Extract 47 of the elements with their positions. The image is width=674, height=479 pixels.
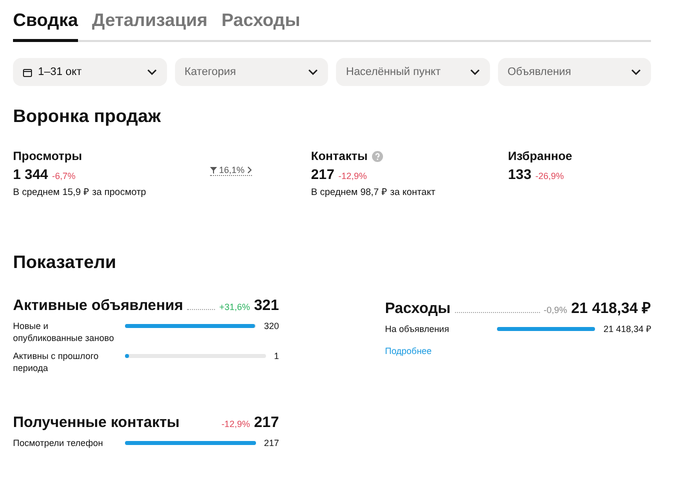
row-label: Посмотрели телефон bbox=[13, 437, 104, 449]
metric-label: Избранное bbox=[508, 149, 572, 163]
metric-value: 133 bbox=[508, 166, 532, 182]
chevron-down-icon bbox=[470, 69, 480, 75]
filter-dropdown[interactable]: Населённый пункт bbox=[336, 58, 490, 86]
date-picker[interactable]: 1–31 окт bbox=[13, 58, 166, 86]
change-percent: +31,6% bbox=[219, 302, 250, 312]
tab[interactable]: Детализация bbox=[92, 8, 208, 42]
group-total: 217 bbox=[254, 414, 279, 431]
details-link[interactable]: Подробнее bbox=[385, 346, 432, 356]
row-value: 217 bbox=[264, 437, 279, 449]
row-label: Активны с прошлого периода bbox=[13, 350, 100, 374]
change-percent: -12,9% bbox=[338, 171, 367, 181]
row-value: 1 bbox=[274, 350, 279, 362]
metric-label: Контакты bbox=[311, 149, 368, 163]
row-label: Новые и опубликованные заново bbox=[13, 320, 115, 344]
group-title: Активные объявления bbox=[13, 297, 184, 314]
change-percent: -6,7% bbox=[52, 171, 76, 181]
filter-icon bbox=[210, 166, 217, 174]
row-value: 21 418,34 ₽ bbox=[603, 323, 651, 335]
group-total: 321 bbox=[254, 297, 279, 314]
calendar-icon bbox=[23, 68, 32, 76]
metric-value: 1 344 bbox=[13, 166, 48, 182]
chevron-down-icon bbox=[631, 69, 641, 75]
change-percent: -26,9% bbox=[535, 171, 564, 181]
row-value: 320 bbox=[264, 320, 279, 332]
change-percent: -12,9% bbox=[221, 419, 250, 429]
metric-note: В среднем 98,7 ₽ за контакт bbox=[311, 186, 436, 198]
section-title: Показатели bbox=[13, 252, 118, 273]
chevron-down-icon bbox=[308, 69, 318, 75]
section-title: Воронка продаж bbox=[13, 106, 162, 127]
group-title: Расходы bbox=[385, 300, 451, 317]
chevron-right-icon bbox=[246, 166, 252, 174]
metric-note: В среднем 15,9 ₽ за просмотр bbox=[13, 186, 148, 198]
metric-value: 217 bbox=[311, 166, 334, 182]
metric-label: Просмотры bbox=[13, 149, 82, 163]
group-title: Полученные контакты bbox=[13, 414, 180, 431]
tab[interactable]: Расходы bbox=[222, 8, 300, 42]
change-percent: -0,9% bbox=[544, 305, 568, 315]
group-total: 21 418,34 ₽ bbox=[571, 299, 651, 317]
filter-dropdown[interactable]: Объявления bbox=[498, 58, 651, 86]
conversion-link[interactable]: 16,1% bbox=[210, 165, 252, 176]
row-label: На объявления bbox=[385, 323, 450, 335]
help-icon[interactable] bbox=[372, 150, 383, 162]
filter-dropdown[interactable]: Категория bbox=[174, 58, 328, 86]
chevron-down-icon bbox=[146, 69, 156, 75]
tab[interactable]: Сводка bbox=[13, 8, 78, 42]
